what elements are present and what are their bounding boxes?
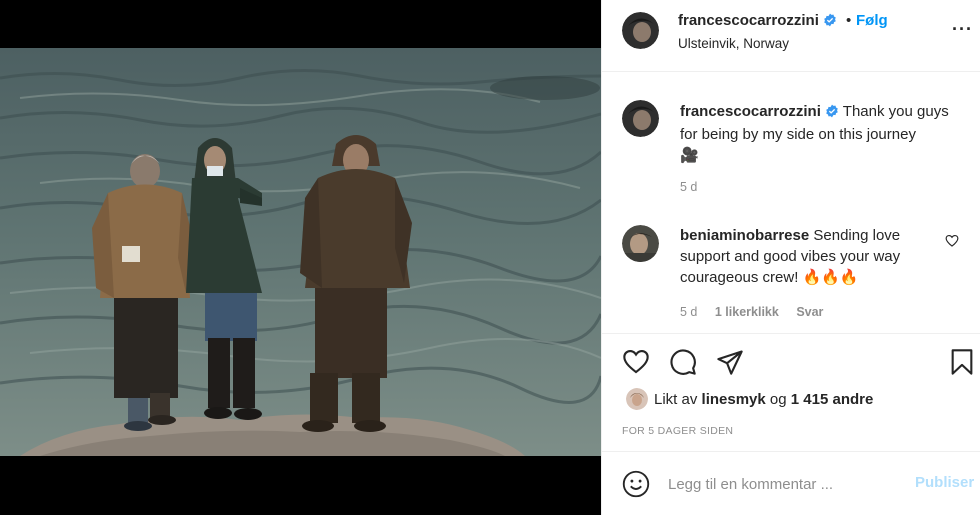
smiley-icon[interactable] bbox=[622, 470, 650, 503]
verified-badge-icon bbox=[823, 13, 837, 31]
paper-plane-icon[interactable] bbox=[716, 348, 744, 381]
more-options-icon[interactable]: ··· bbox=[952, 20, 973, 38]
comment-bubble-icon[interactable] bbox=[669, 348, 697, 381]
post-actions: Likt av linesmyk og 1 415 andre FOR 5 DA… bbox=[602, 333, 980, 453]
caption-avatar[interactable] bbox=[622, 100, 659, 137]
caption-username[interactable]: francescocarrozzini bbox=[680, 103, 821, 120]
verified-badge-icon bbox=[825, 103, 839, 124]
header-separator: • bbox=[846, 12, 852, 29]
liker-username[interactable]: linesmyk bbox=[702, 391, 766, 408]
likes-text: Likt av linesmyk og 1 415 andre bbox=[654, 391, 873, 408]
author-username-text[interactable]: francescocarrozzini bbox=[678, 12, 819, 29]
post-media bbox=[0, 0, 601, 515]
add-comment-bar: Publiser bbox=[602, 451, 980, 515]
commenter-avatar[interactable] bbox=[622, 225, 659, 262]
bookmark-icon[interactable] bbox=[949, 348, 975, 381]
post-side-panel: francescocarrozzini • Følg Ulsteinvik, N… bbox=[601, 0, 980, 515]
likes-prefix: Likt av bbox=[654, 391, 698, 408]
caption-time[interactable]: 5 d bbox=[680, 180, 697, 194]
author-username[interactable]: francescocarrozzini bbox=[678, 12, 837, 31]
comment-like-heart-icon[interactable] bbox=[945, 234, 959, 252]
author-avatar[interactable] bbox=[622, 12, 659, 49]
caption-emoji: 🎥 bbox=[680, 147, 699, 164]
comment-likes[interactable]: 1 likerklikk bbox=[715, 305, 779, 319]
photo-image bbox=[0, 48, 601, 456]
comment-meta: 5 d 1 likerklikk Svar bbox=[680, 305, 837, 319]
heart-icon[interactable] bbox=[622, 348, 650, 379]
comment-text-block: beniaminobarrese Sending love support an… bbox=[680, 225, 942, 288]
likes-joiner: og bbox=[769, 391, 787, 408]
likes-others[interactable]: 1 415 andre bbox=[791, 391, 874, 408]
post-timestamp[interactable]: FOR 5 DAGER SIDEN bbox=[622, 425, 733, 437]
comment-emoji: 🔥🔥🔥 bbox=[802, 269, 859, 286]
comment-username[interactable]: beniaminobarrese bbox=[680, 227, 809, 244]
liker-avatar[interactable] bbox=[626, 388, 648, 410]
post-location[interactable]: Ulsteinvik, Norway bbox=[678, 36, 789, 51]
comment-time[interactable]: 5 d bbox=[680, 305, 697, 319]
follow-button[interactable]: Følg bbox=[856, 12, 888, 29]
publish-button[interactable]: Publiser bbox=[915, 474, 974, 491]
reply-button[interactable]: Svar bbox=[796, 305, 823, 319]
post-photo[interactable] bbox=[0, 48, 601, 456]
post-header: francescocarrozzini • Følg Ulsteinvik, N… bbox=[602, 0, 980, 72]
comment-input[interactable] bbox=[668, 472, 898, 496]
caption-text-block: francescocarrozzini Thank you guys for b… bbox=[680, 101, 966, 166]
